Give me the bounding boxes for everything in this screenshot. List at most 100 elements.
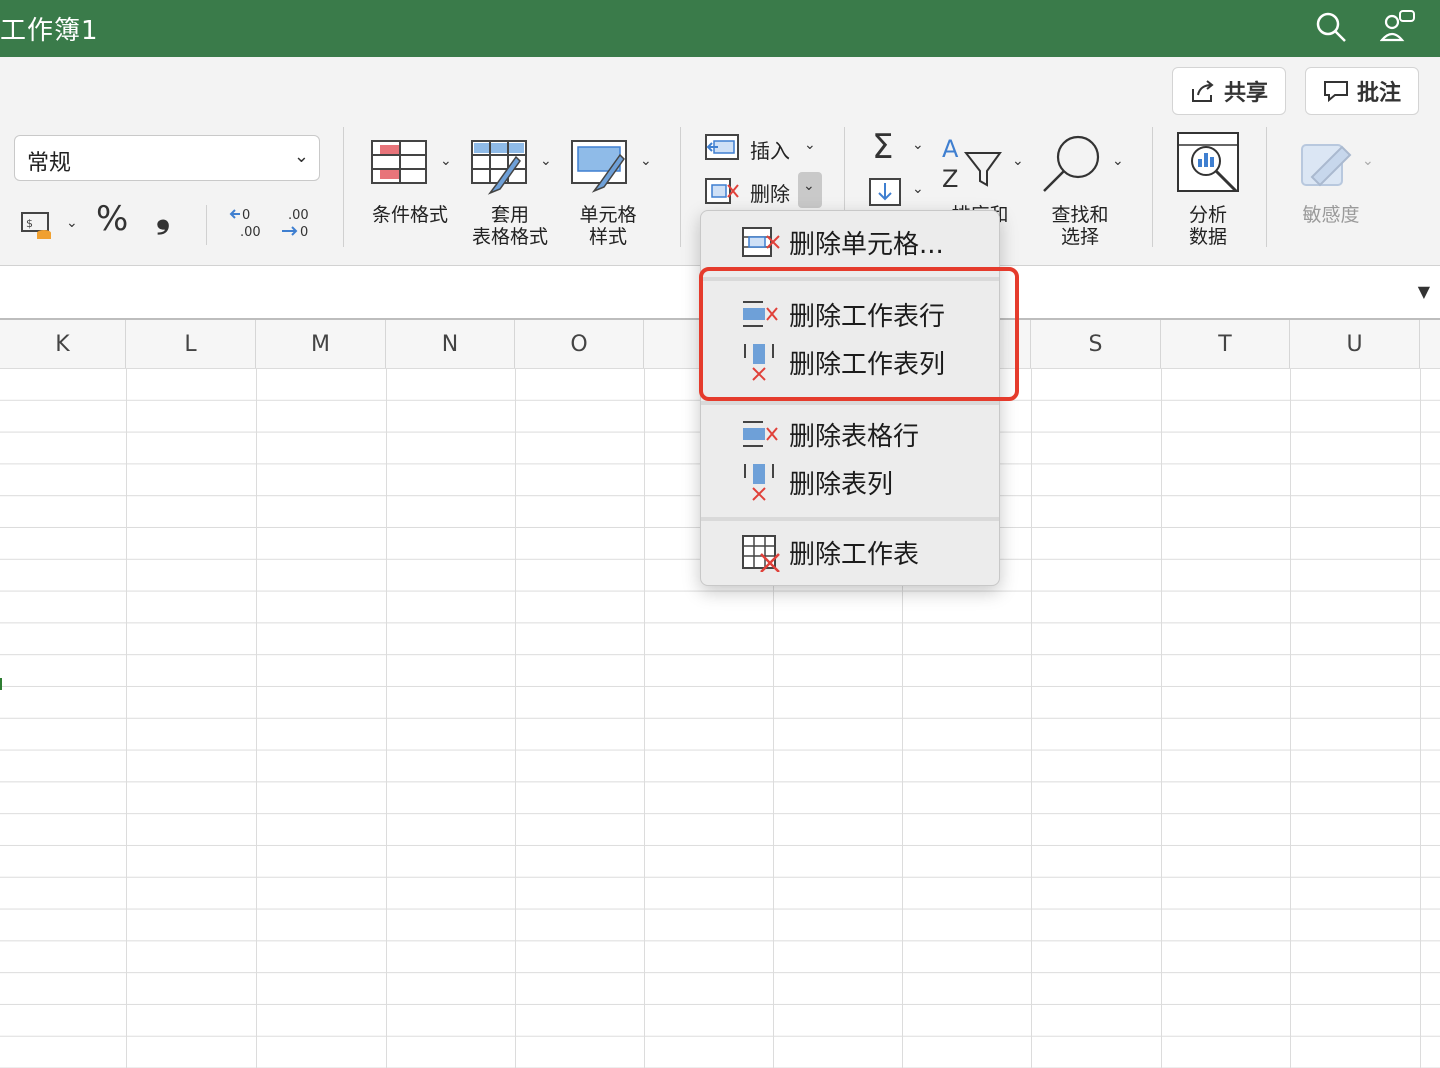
cell-styles-icon[interactable]	[570, 137, 634, 197]
svg-text:Z: Z	[942, 165, 958, 193]
grid-column-line	[1420, 368, 1421, 1068]
analyze-data-line2: 数据	[1188, 226, 1227, 248]
chevron-down-icon: ⌄	[293, 146, 309, 167]
share-icon	[1191, 80, 1214, 102]
grid-column-line	[256, 368, 257, 1068]
sensitivity-icon	[1301, 144, 1352, 187]
menu-separator	[701, 401, 999, 405]
format-as-table-icon[interactable]	[470, 137, 534, 197]
number-format-select[interactable]: 常规 ⌄	[14, 135, 320, 181]
format-as-table-line2: 表格格式	[471, 226, 548, 248]
autosum-icon[interactable]: Σ	[872, 127, 893, 167]
grid-column-line	[644, 368, 645, 1068]
menu-item-delete-sheet[interactable]: 删除工作表	[701, 529, 999, 575]
expand-formula-bar-icon[interactable]: ▼	[1418, 282, 1430, 301]
svg-text:0: 0	[300, 225, 308, 239]
format-as-table-label: 套用 表格格式	[458, 204, 562, 248]
svg-text:0: 0	[242, 208, 250, 223]
delete-table-rows-icon	[743, 421, 778, 447]
comment-icon	[1323, 81, 1348, 103]
chevron-down-icon: ⌄	[803, 178, 815, 194]
svg-text:.00: .00	[240, 225, 261, 239]
divider	[206, 205, 207, 245]
delete-cells-icon	[742, 227, 780, 257]
svg-text:A: A	[942, 135, 959, 163]
grid-column-line	[1290, 368, 1291, 1068]
chevron-down-icon: ⌄	[1362, 153, 1374, 169]
analyze-data-label: 分析 数据	[1164, 204, 1252, 248]
sort-filter-icon[interactable]: A Z	[940, 133, 1004, 193]
search-icon[interactable]	[1314, 10, 1348, 44]
column-header[interactable]: O	[515, 320, 644, 368]
column-header[interactable]: U	[1290, 320, 1420, 368]
svg-text:.00: .00	[288, 208, 309, 223]
menu-item-label: 删除表格行	[789, 421, 920, 452]
chevron-down-icon[interactable]: ⌄	[440, 153, 452, 169]
cell-styles-line1: 单元格	[579, 204, 637, 226]
divider	[343, 127, 344, 247]
menu-item-label: 删除表列	[789, 469, 894, 500]
cell-styles-label: 单元格 样式	[560, 204, 656, 248]
conditional-format-label: 条件格式	[371, 204, 448, 226]
column-header[interactable]: M	[256, 320, 386, 368]
analyze-data-line1: 分析	[1188, 204, 1227, 226]
accounting-format-icon[interactable]: $	[20, 209, 56, 241]
svg-text:$: $	[26, 217, 33, 230]
chevron-down-icon[interactable]: ⌄	[804, 137, 816, 153]
account-icon[interactable]	[1380, 8, 1418, 44]
menu-item-delete-table-rows[interactable]: 删除表格行	[701, 411, 999, 457]
comma-style-button[interactable]: ❟	[156, 195, 170, 237]
insert-icon[interactable]	[704, 133, 740, 161]
column-header[interactable]: L	[126, 320, 256, 368]
column-header[interactable]: K	[0, 320, 126, 368]
sensitivity-label: 敏感度	[1302, 204, 1360, 226]
chevron-down-icon[interactable]: ⌄	[912, 137, 924, 153]
menu-item-delete-table-columns[interactable]: 删除表列	[701, 459, 999, 505]
grid-column-line	[515, 368, 516, 1068]
column-header[interactable]: T	[1161, 320, 1290, 368]
selection-marker	[0, 678, 2, 690]
menu-item-label: 删除单元格...	[789, 229, 944, 260]
divider	[1266, 127, 1267, 247]
menu-item-label: 删除工作表	[789, 539, 920, 570]
delete-sheet-icon	[742, 535, 780, 572]
title-bar: 工作簿1	[0, 0, 1440, 57]
number-format-value: 常规	[27, 151, 72, 176]
grid-column-line	[386, 368, 387, 1068]
grid-column-line	[126, 368, 127, 1068]
column-header[interactable]: N	[386, 320, 515, 368]
delete-icon[interactable]	[704, 177, 740, 205]
find-select-icon[interactable]	[1040, 133, 1104, 195]
find-select-line1: 查找和	[1051, 204, 1109, 226]
chevron-down-icon[interactable]: ⌄	[912, 181, 924, 197]
document-title: 工作簿1	[0, 16, 99, 46]
grid-column-line	[1031, 368, 1032, 1068]
percent-style-button[interactable]: %	[96, 199, 128, 239]
format-as-table-line1: 套用	[490, 204, 529, 226]
chevron-down-icon[interactable]: ⌄	[1112, 153, 1124, 169]
chevron-down-icon[interactable]: ⌄	[66, 215, 78, 231]
column-header[interactable]: S	[1031, 320, 1161, 368]
delete-dropdown-button[interactable]: ⌄	[798, 172, 822, 208]
analyze-data-icon[interactable]	[1176, 131, 1242, 197]
cell-styles-line2: 样式	[588, 226, 627, 248]
annotation-highlight-box	[699, 267, 1019, 401]
comments-button[interactable]: 批注	[1305, 67, 1419, 115]
divider	[680, 127, 681, 247]
share-button[interactable]: 共享	[1172, 67, 1286, 115]
insert-label[interactable]: 插入	[750, 135, 790, 164]
conditional-format-icon[interactable]	[370, 137, 430, 187]
menu-separator	[701, 517, 999, 521]
fill-icon[interactable]	[868, 177, 902, 207]
comments-label: 批注	[1356, 81, 1401, 106]
increase-decimal-icon[interactable]: 0 .00	[228, 205, 264, 239]
chevron-down-icon[interactable]: ⌄	[1012, 153, 1024, 169]
find-select-line2: 选择	[1060, 226, 1099, 248]
chevron-down-icon[interactable]: ⌄	[540, 153, 552, 169]
delete-label[interactable]: 删除	[750, 178, 790, 207]
menu-item-delete-cells[interactable]: 删除单元格...	[701, 219, 999, 265]
decrease-decimal-icon[interactable]: .00 0	[280, 205, 316, 239]
divider	[1152, 127, 1153, 247]
chevron-down-icon[interactable]: ⌄	[640, 153, 652, 169]
delete-table-columns-icon	[744, 464, 774, 501]
